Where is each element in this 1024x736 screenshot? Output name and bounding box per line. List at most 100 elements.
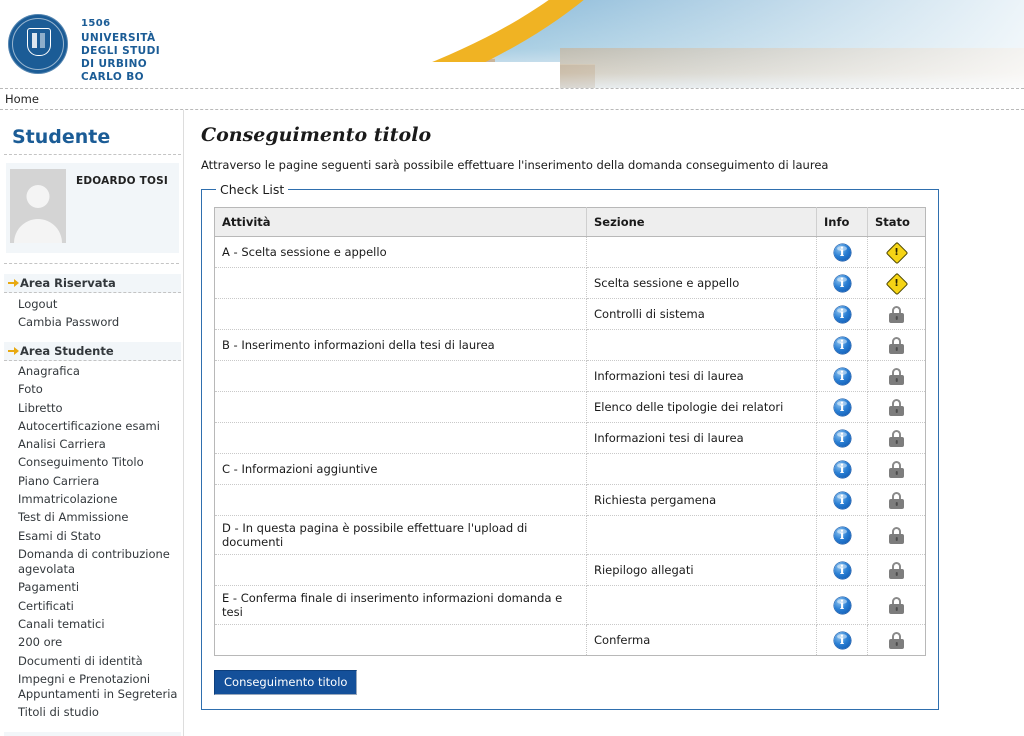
user-name: EDOARDO TOSI [76, 175, 168, 187]
cell-attivita [214, 484, 587, 516]
cell-stato [867, 585, 926, 625]
sidebar-item-autocertificazione-esami[interactable]: Autocertificazione esami [0, 417, 183, 435]
avatar [10, 169, 66, 243]
sidebar-item-test-di-ammissione[interactable]: Test di Ammissione [0, 509, 183, 527]
lock-icon [889, 561, 904, 579]
sidebar-item-label[interactable]: Pagamenti [18, 580, 79, 594]
sidebar-item-canali-tematici[interactable]: Canali tematici [0, 616, 183, 634]
sidebar-item-200-ore[interactable]: 200 ore [0, 634, 183, 652]
sidebar-item-label[interactable]: Esami di Stato [18, 529, 101, 543]
sidebar-item-domanda-contribuzione-agevolata[interactable]: Domanda di contribuzione agevolata [0, 545, 183, 579]
university-name-line1: UNIVERSITÀ [81, 32, 156, 45]
sidebar-item-cambia-password[interactable]: Cambia Password [0, 313, 183, 331]
info-icon[interactable] [833, 460, 851, 478]
cell-stato [867, 484, 926, 516]
info-icon[interactable] [833, 243, 851, 261]
university-name-line3: DI URBINO [81, 57, 148, 70]
info-icon[interactable] [833, 429, 851, 447]
cell-attivita [214, 360, 587, 392]
sidebar-item-label[interactable]: Autocertificazione esami [18, 419, 160, 433]
sidebar-item-label[interactable]: Logout [18, 297, 57, 311]
sidebar-item-label[interactable]: 200 ore [18, 635, 62, 649]
info-icon[interactable] [833, 491, 851, 509]
sidebar-item-analisi-carriera[interactable]: Analisi Carriera [0, 436, 183, 454]
sidebar-item-piano-carriera[interactable]: Piano Carriera [0, 472, 183, 490]
sidebar-item-label[interactable]: Certificati [18, 599, 74, 613]
cell-attivita [214, 391, 587, 423]
table-row: C - Informazioni aggiuntive [214, 453, 926, 485]
cell-attivita: A - Scelta sessione e appello [214, 236, 587, 268]
university-founding-year: 1506 [81, 18, 111, 29]
sidebar-item-immatricolazione[interactable]: Immatricolazione [0, 491, 183, 509]
sidebar-item-logout[interactable]: Logout [0, 295, 183, 313]
sidebar-item-label[interactable]: Test di Ammissione [18, 510, 129, 524]
lock-icon [889, 305, 904, 323]
sidebar-item-label[interactable]: Domanda di contribuzione agevolata [18, 547, 170, 576]
sidebar-item-label[interactable]: Libretto [18, 401, 63, 415]
info-icon[interactable] [833, 274, 851, 292]
sidebar-item-pagamenti[interactable]: Pagamenti [0, 579, 183, 597]
cell-sezione [586, 453, 817, 485]
sidebar-item-label[interactable]: Cambia Password [18, 315, 119, 329]
sidebar-item-label[interactable]: Titoli di studio [18, 705, 99, 719]
cell-info [816, 298, 868, 330]
page-title: Conseguimento titolo [201, 124, 432, 146]
table-row: Scelta sessione e appello! [214, 267, 926, 299]
sidebar-item-documenti-di-identita[interactable]: Documenti di identità [0, 652, 183, 670]
sidebar-item-conseguimento-titolo[interactable]: Conseguimento Titolo [0, 454, 183, 472]
sidebar-item-titoli-di-studio[interactable]: Titoli di studio [0, 704, 183, 722]
cell-info [816, 422, 868, 454]
info-icon[interactable] [833, 526, 851, 544]
sidebar-item-label[interactable]: Analisi Carriera [18, 437, 106, 451]
info-icon[interactable] [833, 305, 851, 323]
cell-attivita [214, 554, 587, 586]
breadcrumb-home-link[interactable]: Home [5, 92, 39, 106]
university-name: 1506 UNIVERSITÀ DEGLI STUDI DI URBINO CA… [81, 14, 160, 83]
lock-icon [889, 596, 904, 614]
sidebar-group-esami[interactable]: Esami [4, 732, 181, 736]
sidebar-item-label[interactable]: Impegni e Prenotazioni Appuntamenti in S… [18, 672, 177, 701]
cell-sezione: Conferma [586, 624, 817, 656]
info-icon[interactable] [833, 596, 851, 614]
cell-stato [867, 360, 926, 392]
sidebar-item-label[interactable]: Anagrafica [18, 364, 80, 378]
cell-sezione: Elenco delle tipologie dei relatori [586, 391, 817, 423]
lock-icon [889, 631, 904, 649]
sidebar-item-label[interactable]: Conseguimento Titolo [18, 455, 144, 469]
cell-info [816, 267, 868, 299]
column-header-attivita: Attività [214, 207, 587, 237]
university-crest-icon [8, 14, 68, 74]
table-row: Informazioni tesi di laurea [214, 360, 926, 392]
sidebar-item-label[interactable]: Foto [18, 382, 43, 396]
cell-info [816, 329, 868, 361]
sidebar-item-foto[interactable]: Foto [0, 381, 183, 399]
info-icon[interactable] [833, 367, 851, 385]
table-row: Controlli di sistema [214, 298, 926, 330]
sidebar-item-anagrafica[interactable]: Anagrafica [0, 363, 183, 381]
info-icon[interactable] [833, 398, 851, 416]
sidebar-group-area-studente[interactable]: Area Studente [4, 341, 181, 361]
sidebar-item-certificati[interactable]: Certificati [0, 597, 183, 615]
sidebar-item-impegni-prenotazioni[interactable]: Impegni e Prenotazioni Appuntamenti in S… [0, 670, 183, 704]
cell-sezione: Controlli di sistema [586, 298, 817, 330]
sidebar-item-label[interactable]: Documenti di identità [18, 654, 143, 668]
university-logo[interactable]: 1506 UNIVERSITÀ DEGLI STUDI DI URBINO CA… [8, 14, 160, 83]
cell-sezione: Richiesta pergamena [586, 484, 817, 516]
sidebar-item-label[interactable]: Immatricolazione [18, 492, 118, 506]
sidebar-item-esami-di-stato[interactable]: Esami di Stato [0, 527, 183, 545]
info-icon[interactable] [833, 631, 851, 649]
cell-sezione [586, 329, 817, 361]
lock-icon [889, 491, 904, 509]
info-icon[interactable] [833, 336, 851, 354]
info-icon[interactable] [833, 561, 851, 579]
table-row: D - In questa pagina è possibile effettu… [214, 515, 926, 555]
university-name-line2: DEGLI STUDI [81, 44, 161, 57]
sidebar-group-area-riservata[interactable]: Area Riservata [4, 274, 181, 293]
conseguimento-titolo-button[interactable]: Conseguimento titolo [214, 670, 358, 695]
sidebar-item-label[interactable]: Piano Carriera [18, 474, 99, 488]
checklist-fieldset: Check List Attività Sezione Info Stato A… [201, 182, 939, 710]
cell-sezione: Scelta sessione e appello [586, 267, 817, 299]
sidebar-item-libretto[interactable]: Libretto [0, 399, 183, 417]
sidebar-item-label[interactable]: Canali tematici [18, 617, 105, 631]
table-header-row: Attività Sezione Info Stato [214, 207, 926, 237]
